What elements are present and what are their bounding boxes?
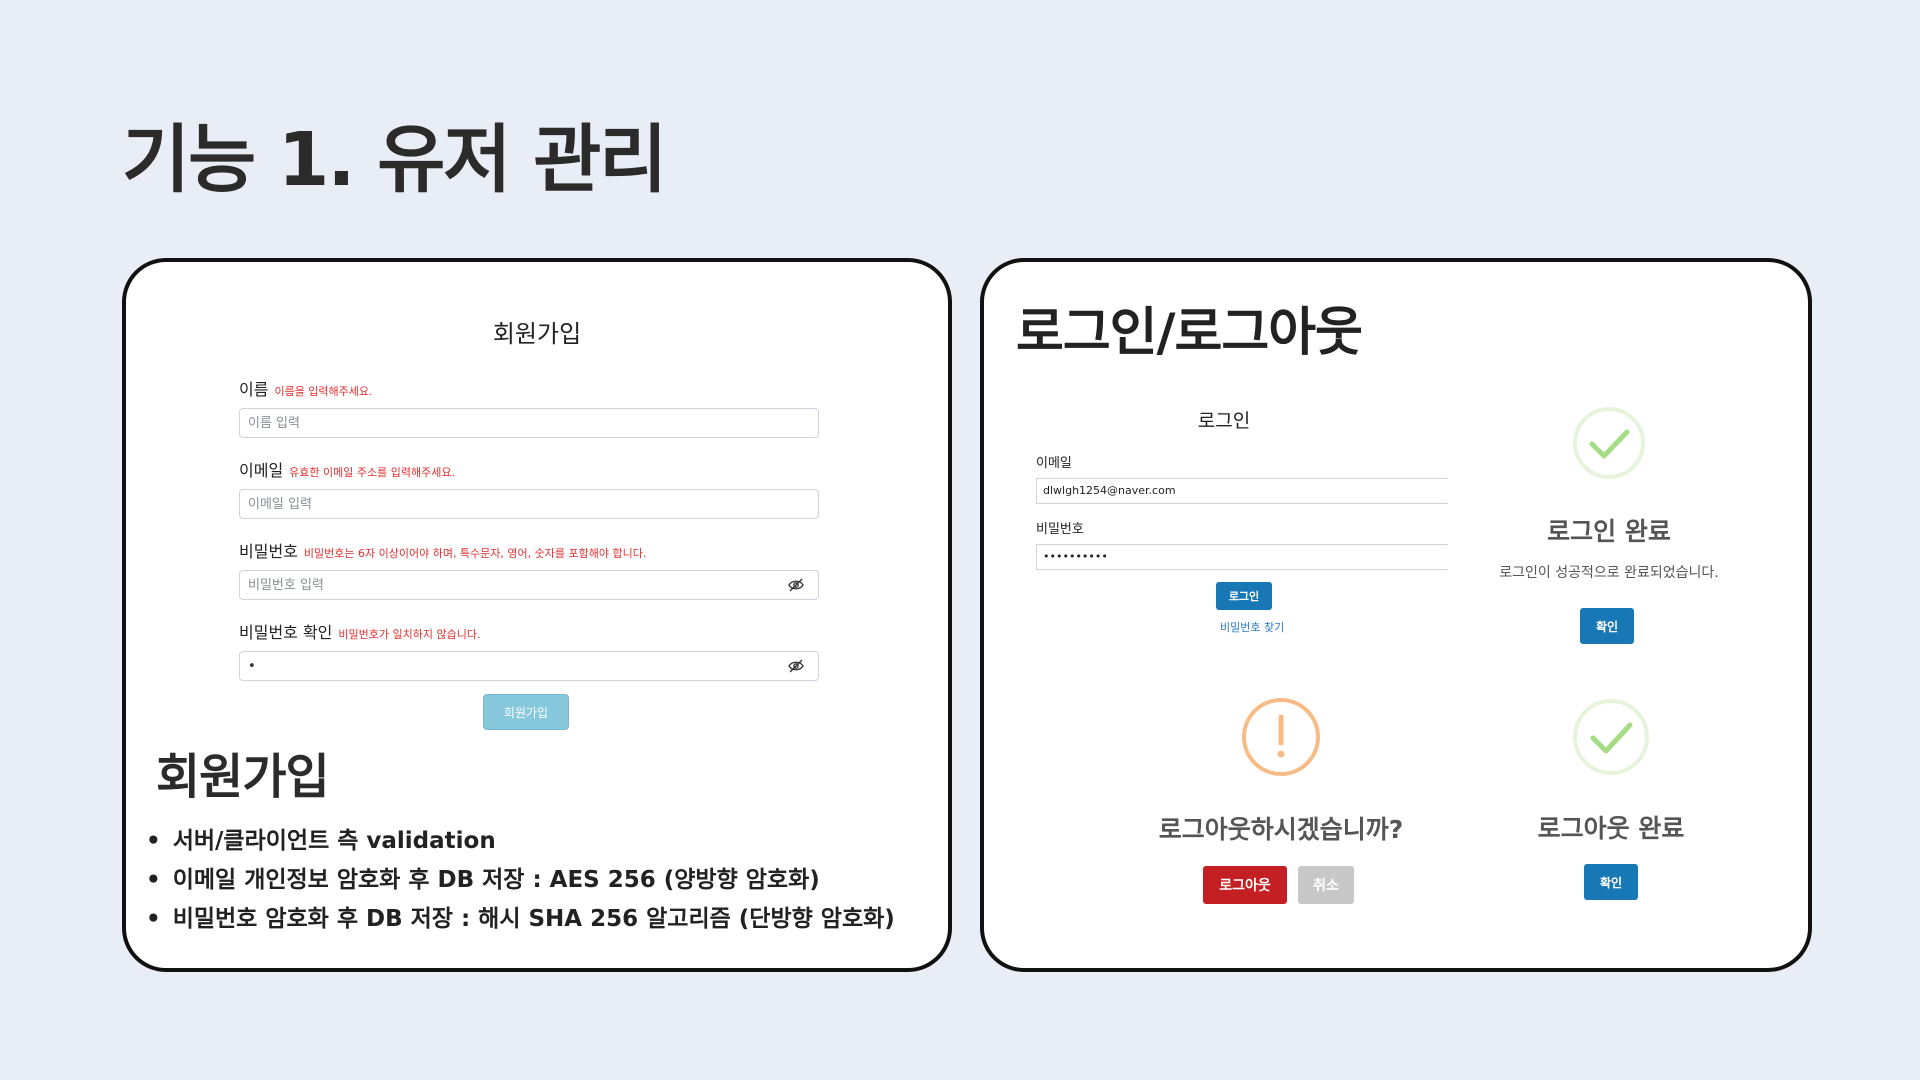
list-item: 비밀번호 암호화 후 DB 저장 : 해시 SHA 256 알고리즘 (단방향 … [146, 900, 946, 939]
page-title: 기능 1. 유저 관리 [122, 117, 667, 203]
email-label: 이메일 [239, 461, 284, 480]
eye-slash-icon[interactable] [788, 659, 804, 673]
password-error: 비밀번호는 6자 이상이어야 하며, 특수문자, 영어, 숫자를 포함해야 합니… [303, 547, 647, 560]
password-confirm-input[interactable] [240, 652, 749, 680]
login-email-input[interactable]: dlwlgh1254@naver.com [1036, 478, 1448, 504]
signup-heading: 회원가입 [156, 749, 330, 805]
signup-form-title: 회원가입 [492, 320, 582, 348]
email-error: 유효한 이메일 주소를 입력해주세요. [289, 466, 455, 479]
name-error: 이름을 입력해주세요. [274, 385, 373, 398]
login-form-title: 로그인 [1197, 410, 1251, 432]
password-input[interactable] [240, 571, 749, 599]
logout-confirm-button[interactable]: 확인 [1584, 864, 1638, 900]
logout-confirm-title: 로그아웃하시겠습니까? [1158, 815, 1404, 844]
login-email-label: 이메일 [1036, 456, 1072, 471]
eye-slash-icon[interactable] [788, 578, 804, 592]
password-confirm-label: 비밀번호 확인 [239, 623, 333, 642]
find-password-link[interactable]: 비밀번호 찾기 [1220, 619, 1284, 635]
signup-submit-button[interactable]: 회원가입 [483, 694, 569, 730]
exclamation-circle-icon [1242, 698, 1320, 776]
login-card: 로그인/로그아웃 로그인 이메일 dlwlgh1254@naver.com 비밀… [980, 258, 1812, 972]
logout-complete-title: 로그아웃 완료 [1537, 814, 1685, 843]
name-input[interactable] [240, 409, 749, 437]
login-confirm-button[interactable]: 확인 [1580, 608, 1634, 644]
login-complete-title: 로그인 완료 [1547, 517, 1671, 546]
list-item: 이메일 개인정보 암호화 후 DB 저장 : AES 256 (양방향 암호화) [146, 861, 946, 900]
password-confirm-error: 비밀번호가 일치하지 않습니다. [338, 628, 481, 641]
cancel-button[interactable]: 취소 [1298, 866, 1354, 904]
signup-card: 회원가입 이름 이름을 입력해주세요. 이메일 유효한 이메일 주소를 입력해주세요… [122, 258, 952, 972]
feature-list: 서버/클라이언트 측 validation 이메일 개인정보 암호화 후 DB … [146, 822, 946, 939]
logout-button[interactable]: 로그아웃 [1203, 866, 1287, 904]
list-item: 서버/클라이언트 측 validation [146, 822, 946, 861]
login-button[interactable]: 로그인 [1216, 582, 1272, 610]
login-password-label: 비밀번호 [1036, 522, 1084, 537]
email-input[interactable] [240, 490, 749, 518]
name-label: 이름 [239, 380, 269, 399]
login-password-input[interactable]: •••••••••• [1036, 544, 1448, 570]
login-complete-message: 로그인이 성공적으로 완료되었습니다. [1499, 565, 1719, 581]
password-confirm-field: 비밀번호 확인 비밀번호가 일치하지 않습니다. [239, 619, 819, 681]
name-field: 이름 이름을 입력해주세요. [239, 376, 819, 438]
email-field: 이메일 유효한 이메일 주소를 입력해주세요. [239, 457, 819, 519]
check-circle-icon [1573, 699, 1649, 775]
password-field: 비밀번호 비밀번호는 6자 이상이어야 하며, 특수문자, 영어, 숫자를 포함해… [239, 538, 819, 600]
password-label: 비밀번호 [239, 542, 298, 561]
login-section-heading: 로그인/로그아웃 [1016, 303, 1363, 363]
check-circle-icon [1573, 407, 1645, 479]
